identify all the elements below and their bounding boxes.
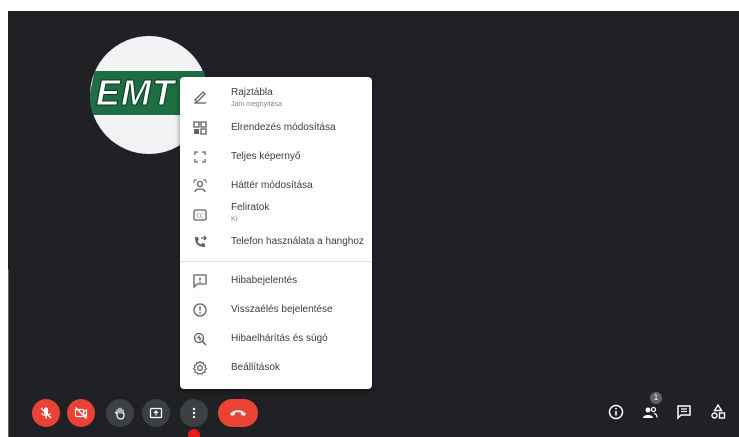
mic-off-button[interactable] [32,399,60,427]
mic-off-icon [39,406,53,420]
menu-item-settings[interactable]: Beállítások [180,360,372,380]
menu-item-label: Rajztábla [231,87,273,98]
meeting-details-button[interactable] [607,403,625,421]
frame-edge [8,269,9,437]
menu-item-phone-audio[interactable]: Telefon használata a hanghoz [180,234,372,254]
menu-item-label: Hibaelhárítás és súgó [231,333,328,344]
activities-button[interactable] [709,403,727,421]
people-button[interactable] [641,403,659,421]
troubleshoot-icon [192,331,208,347]
info-icon [607,403,625,421]
camera-off-button[interactable] [67,399,95,427]
menu-item-label: Háttér módosítása [231,180,313,191]
closed-caption-icon: CC [192,207,208,223]
people-count-badge: 1 [650,392,662,404]
hand-icon [113,406,127,420]
menu-item-change-background[interactable]: Háttér módosítása [180,178,372,198]
camera-off-icon [74,406,88,420]
menu-item-label: Feliratok [231,202,270,213]
phone-forward-icon [192,234,208,250]
more-options-menu: Rajztábla Jam megnyitása Elrendezés módos… [180,77,372,389]
menu-divider [180,261,372,262]
menu-item-fullscreen[interactable]: Teljes képernyő [180,149,372,169]
more-options-button[interactable] [180,399,208,427]
menu-item-label: Telefon használata a hanghoz [231,236,364,247]
people-icon [641,403,659,421]
menu-item-report-abuse[interactable]: Visszaélés bejelentése [180,302,372,322]
menu-item-whiteboard[interactable]: Rajztábla Jam megnyitása [180,87,372,115]
feedback-icon [192,273,208,289]
cursor-marker [188,429,200,437]
chat-icon [675,403,693,421]
present-screen-button[interactable] [142,399,170,427]
background-person-icon [192,178,208,194]
activities-icon [709,403,727,421]
leave-call-button[interactable] [218,399,258,427]
present-screen-icon [149,406,163,420]
svg-text:CC: CC [197,214,204,220]
fullscreen-icon [192,149,208,165]
menu-item-label: Hibabejelentés [231,275,298,286]
menu-item-sublabel: Ki [231,216,238,223]
more-vert-icon [187,406,201,420]
menu-item-report-problem[interactable]: Hibabejelentés [180,273,372,293]
menu-item-sublabel: Jam megnyitása [231,101,282,108]
menu-item-label: Teljes képernyő [231,151,301,162]
raise-hand-button[interactable] [106,399,134,427]
pencil-icon [192,88,208,104]
gear-icon [192,360,208,376]
alert-circle-icon [192,302,208,318]
participant-logo-text: EMT [96,72,175,114]
menu-item-change-layout[interactable]: Elrendezés módosítása [180,120,372,140]
chat-button[interactable] [675,403,693,421]
layout-icon [192,120,208,136]
menu-item-troubleshooting[interactable]: Hibaelhárítás és súgó [180,331,372,351]
menu-item-captions[interactable]: CC Feliratok Ki [180,202,372,230]
menu-item-label: Visszaélés bejelentése [231,304,333,315]
meeting-stage: EMT Rajztábla Jam megnyitása Elrendezés m… [8,11,739,437]
menu-item-label: Elrendezés módosítása [231,122,336,133]
hang-up-icon [229,407,247,419]
menu-item-label: Beállítások [231,362,280,373]
